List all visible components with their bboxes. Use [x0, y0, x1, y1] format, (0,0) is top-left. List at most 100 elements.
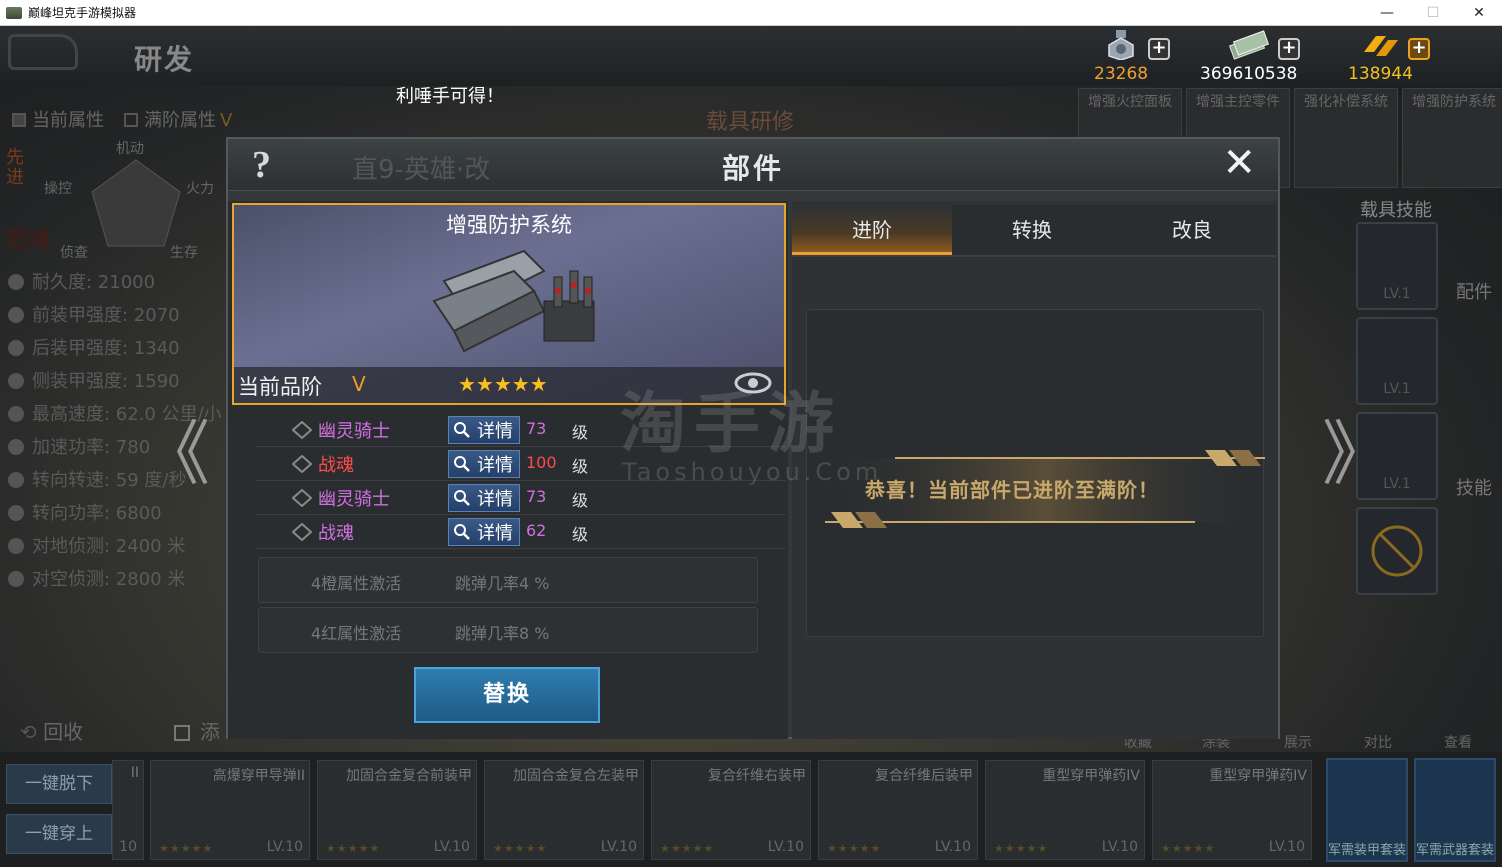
radar-chart: [91, 159, 181, 247]
search-icon: [454, 456, 470, 472]
tab-improve[interactable]: 改良: [1112, 205, 1272, 255]
armor-plate-icon: [432, 249, 595, 353]
set-bonus-orange: 4橙属性激活 跳弹几率4 %: [258, 557, 758, 603]
material-row-3: 幽灵骑士 详情 73 级: [256, 481, 786, 515]
stat-air-detect: 对空侦测: 2800 米: [8, 565, 185, 591]
skill-slot-4[interactable]: [1356, 507, 1438, 595]
grade-stars: ★★★★★: [458, 372, 548, 396]
maximize-button[interactable]: ☐: [1410, 0, 1456, 26]
view-button[interactable]: 查看: [1444, 732, 1472, 752]
put-on-all-button[interactable]: 一键穿上: [6, 814, 112, 854]
add-medal-button[interactable]: +: [1148, 38, 1170, 60]
watermark-en: Taoshouyou.Com: [622, 458, 883, 486]
equip-card-1[interactable]: 高爆穿甲导弹II ★★★★★ LV.10: [150, 760, 310, 860]
material-unit: 级: [572, 457, 589, 476]
side-tab-protection[interactable]: 增强防护系统: [1402, 88, 1502, 188]
medal-value: 23268: [1094, 64, 1149, 84]
equip-card-4[interactable]: 复合纤维右装甲 ★★★★★ LV.10: [651, 760, 811, 860]
side-label-advanced: 先进: [6, 147, 24, 188]
add-gold-button[interactable]: +: [1408, 38, 1430, 60]
search-icon: [454, 524, 470, 540]
set-bonus-label: 4红属性激活: [311, 624, 402, 643]
side-label-soul: 匠魂: [6, 228, 51, 253]
material-name: 战魂: [318, 455, 354, 476]
material-unit: 级: [572, 423, 589, 442]
upgrade-tabs: 进阶 转换 改良: [792, 205, 1276, 257]
gold-value: 138944: [1348, 64, 1413, 84]
material-icon: [292, 489, 312, 507]
equip-card-2[interactable]: 加固合金复合前装甲 ★★★★★ LV.10: [317, 760, 477, 860]
add-checkbox[interactable]: 添: [174, 716, 220, 745]
material-level: 100: [526, 453, 557, 472]
suit-card-armor[interactable]: 军需装甲套装: [1326, 758, 1408, 862]
medal-currency: 23268: [1094, 30, 1148, 84]
replace-button[interactable]: 替换: [414, 667, 600, 723]
material-name: 幽灵骑士: [318, 421, 390, 442]
radar-label-mobility: 机动: [116, 141, 144, 157]
stat-durability: 耐久度: 21000: [8, 268, 155, 294]
detail-button[interactable]: 详情: [448, 416, 520, 444]
current-attr-tab[interactable]: 当前属性: [12, 106, 104, 132]
window-title: 巅峰坦克手游模拟器: [28, 6, 137, 20]
grade-value: V: [352, 372, 366, 396]
part-name: 增强防护系统: [446, 213, 572, 237]
close-icon[interactable]: ✕: [1222, 143, 1256, 183]
equip-card-7[interactable]: 重型穿甲弹药IV ★★★★★ LV.10: [1152, 760, 1312, 860]
minimize-button[interactable]: —: [1364, 0, 1410, 26]
side-tab-compensation[interactable]: 强化补偿系统: [1294, 88, 1398, 188]
equip-card-6[interactable]: 重型穿甲弹药IV ★★★★★ LV.10: [985, 760, 1145, 860]
material-icon: [292, 421, 312, 439]
equip-card-5[interactable]: 复合纤维后装甲 ★★★★★ LV.10: [818, 760, 978, 860]
dialog-header: ? 直9-英雄·改 部件 ✕: [228, 139, 1278, 191]
max-attr-tab[interactable]: 满阶属性 V: [124, 106, 232, 132]
next-arrow[interactable]: 》: [1322, 398, 1392, 499]
radar-label-firepower: 火力: [186, 181, 214, 197]
radar-label-scout: 侦查: [60, 245, 88, 261]
parts-side-label: 配件: [1456, 282, 1492, 303]
marquee-text: 利唾手可得！: [396, 86, 504, 107]
material-icon: [292, 455, 312, 473]
take-off-all-button[interactable]: 一键脱下: [6, 764, 112, 804]
stat-turn-power: 转向功率: 6800: [8, 499, 162, 525]
search-icon: [454, 490, 470, 506]
research-label: 载具研修: [706, 110, 795, 135]
material-name: 战魂: [318, 523, 354, 544]
dialog-title: 部件: [721, 152, 784, 185]
skills-title: 载具技能: [1360, 200, 1432, 221]
skill-slot-1[interactable]: LV.1: [1356, 222, 1438, 310]
material-unit: 级: [572, 525, 589, 544]
suit-card-weapon[interactable]: 军需武器套装: [1414, 758, 1496, 862]
app-icon: [6, 6, 22, 19]
back-logo-button[interactable]: [8, 34, 78, 70]
watermark-cn: 淘手游: [620, 385, 842, 462]
gold-currency: 138944: [1348, 30, 1413, 84]
stat-front-armor: 前装甲强度: 2070: [8, 301, 180, 327]
detail-button[interactable]: 详情: [448, 518, 520, 546]
skill-slot-2[interactable]: LV.1: [1356, 317, 1438, 405]
detail-button[interactable]: 详情: [448, 450, 520, 478]
cash-icon: [1228, 30, 1269, 60]
recycle-button[interactable]: ⟲ 回收: [20, 716, 83, 745]
tab-advance[interactable]: 进阶: [792, 205, 952, 255]
max-grade-message: 恭喜！当前部件已进阶至满阶！: [865, 478, 1159, 502]
stat-side-armor: 侧装甲强度: 1590: [8, 367, 180, 393]
material-level: 73: [526, 419, 547, 438]
set-bonus-value: 跳弹几率4 %: [455, 574, 550, 593]
search-icon: [454, 422, 470, 438]
stat-ground-detect: 对地侦测: 2400 米: [8, 532, 185, 558]
stat-rear-armor: 后装甲强度: 1340: [8, 334, 180, 360]
prev-arrow[interactable]: 《: [140, 398, 210, 499]
equip-card-0[interactable]: II 10: [112, 760, 144, 860]
material-row-4: 战魂 详情 62 级: [256, 515, 786, 549]
tab-convert[interactable]: 转换: [952, 205, 1112, 255]
equip-card-3[interactable]: 加固合金复合左装甲 ★★★★★ LV.10: [484, 760, 644, 860]
add-cash-button[interactable]: +: [1278, 38, 1300, 60]
skills-side-label: 技能: [1456, 478, 1492, 499]
top-bar: 研发 23268 + 369610538 + 138944 +: [0, 26, 1502, 86]
close-window-button[interactable]: ✕: [1456, 0, 1502, 26]
material-icon: [292, 523, 312, 541]
stat-acceleration: 加速功率: 780: [8, 433, 150, 459]
compare-button[interactable]: 对比: [1364, 732, 1392, 752]
detail-button[interactable]: 详情: [448, 484, 520, 512]
show-button[interactable]: 展示: [1284, 732, 1312, 752]
